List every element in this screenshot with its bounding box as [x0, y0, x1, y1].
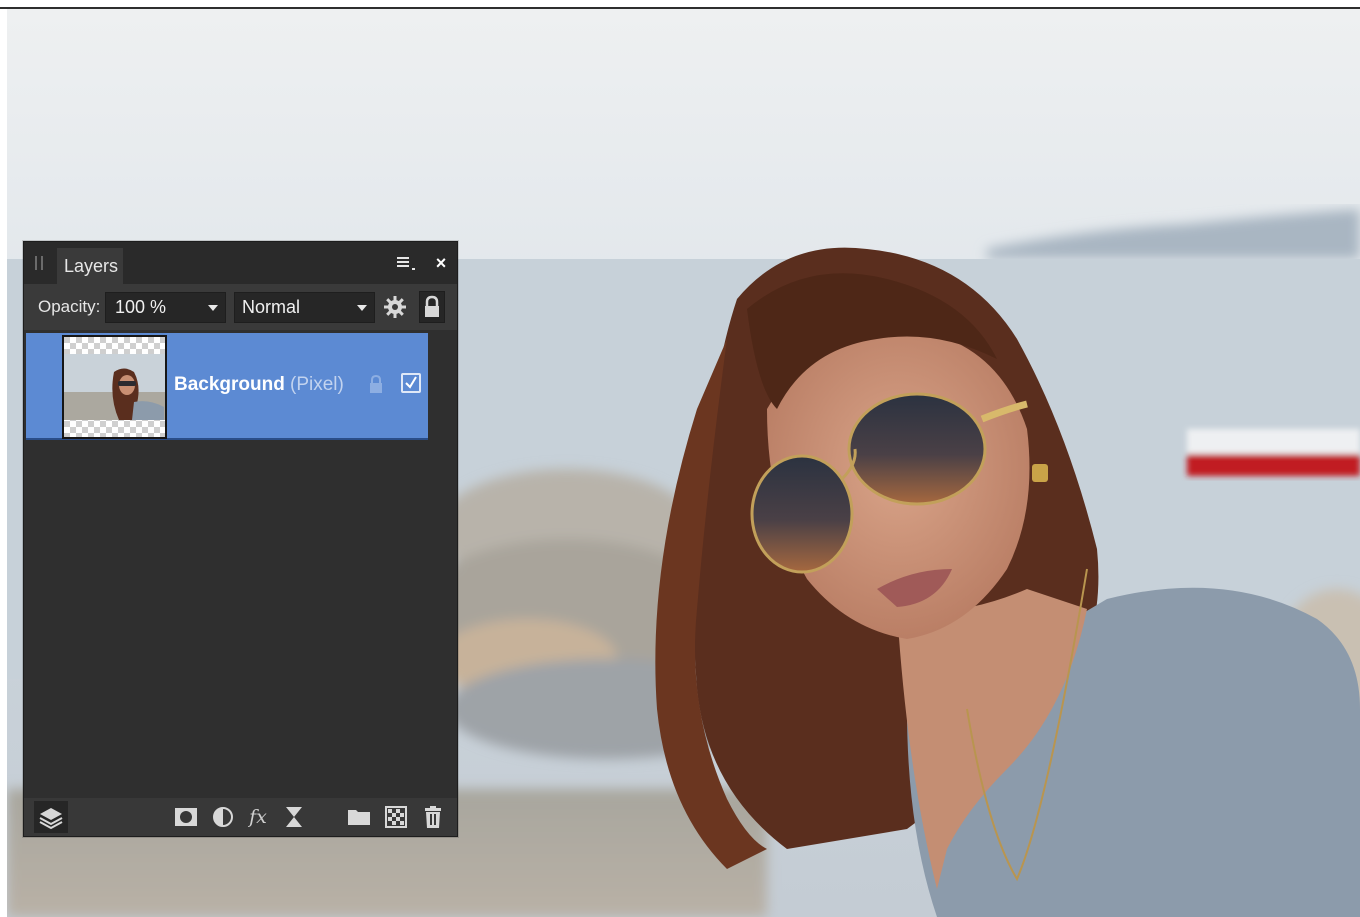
blend-mode-dropdown[interactable]: Normal — [234, 292, 375, 323]
group-folder-icon[interactable] — [347, 805, 371, 829]
close-icon[interactable]: × — [432, 253, 450, 273]
panel-tab-bar: Layers × — [24, 242, 457, 284]
adjustment-icon[interactable] — [211, 805, 235, 829]
panel-footer-toolbar: fx — [24, 798, 457, 836]
mask-icon[interactable] — [174, 805, 198, 829]
layer-name: Background — [174, 374, 285, 395]
layer-type: (Pixel) — [290, 374, 344, 395]
tab-layers[interactable]: Layers — [57, 248, 123, 284]
opacity-dropdown[interactable]: 100 % — [105, 292, 226, 323]
blend-mode-value: Normal — [242, 297, 301, 317]
chevron-down-icon — [357, 305, 367, 311]
panel-grip-handle[interactable] — [35, 256, 44, 270]
layer-row-background[interactable]: Background (Pixel) — [26, 333, 428, 440]
lock-icon[interactable] — [419, 291, 445, 323]
layer-lock-icon[interactable] — [368, 373, 384, 395]
visibility-checkbox[interactable] — [401, 373, 421, 393]
panel-menu-icon[interactable] — [397, 255, 419, 273]
top-border — [0, 0, 1360, 9]
fx-icon[interactable]: fx — [246, 805, 270, 829]
layers-stack-icon[interactable] — [34, 801, 68, 833]
trash-icon[interactable] — [421, 805, 445, 829]
chevron-down-icon — [208, 305, 218, 311]
gear-icon[interactable] — [383, 295, 407, 319]
pixel-layer-icon[interactable] — [384, 805, 408, 829]
layer-list[interactable]: Background (Pixel) — [24, 330, 457, 796]
opacity-label: Opacity: — [38, 297, 101, 316]
live-filter-icon[interactable] — [282, 805, 306, 829]
layer-thumbnail — [62, 335, 167, 439]
layer-options-bar: Opacity: 100 % Normal — [24, 284, 457, 330]
layers-panel: Layers × Opacity: 100 % Normal Backgroun… — [23, 241, 458, 837]
opacity-value: 100 % — [115, 297, 167, 317]
